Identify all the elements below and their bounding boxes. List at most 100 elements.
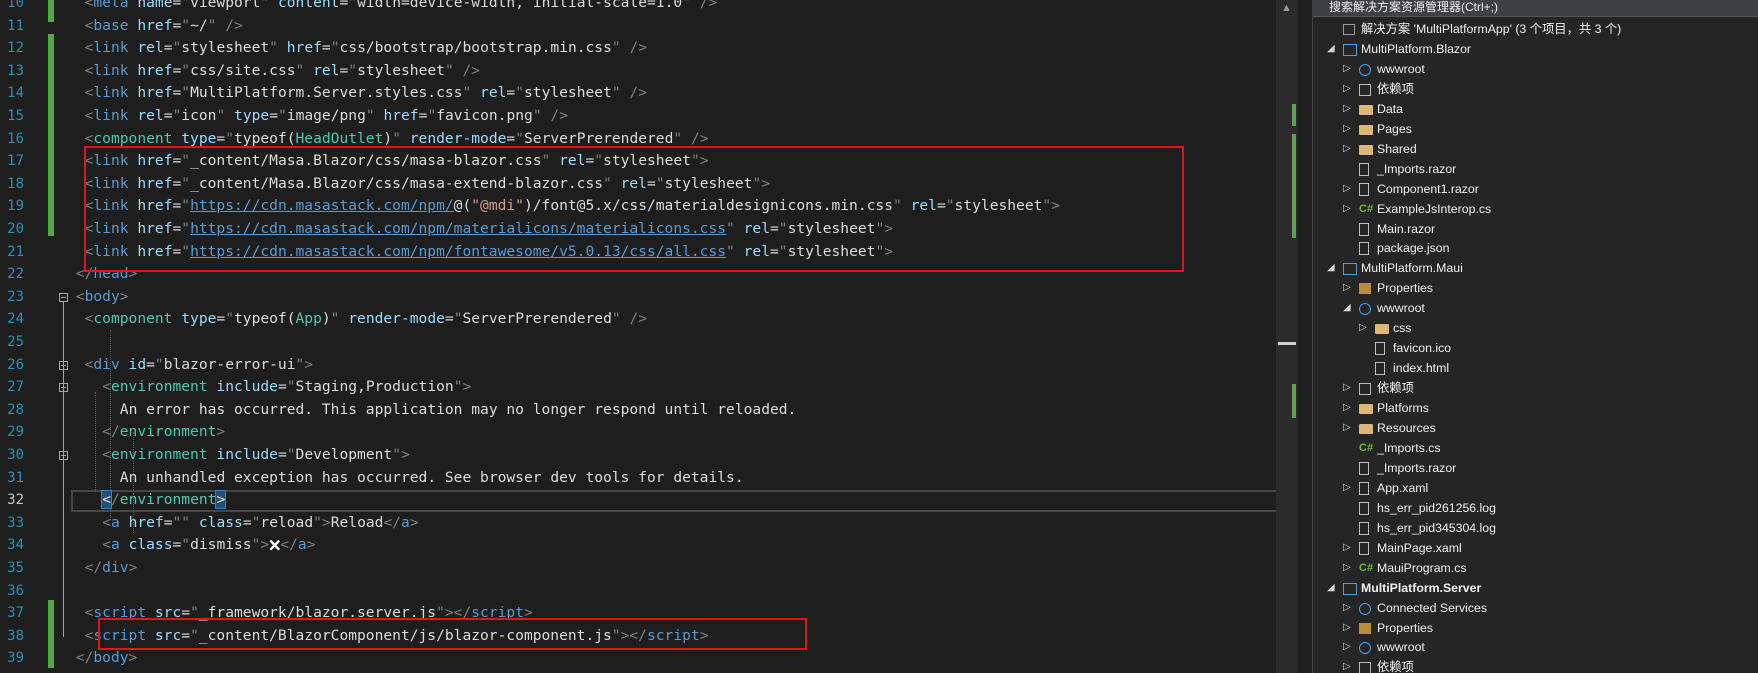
code-line[interactable]: </environment> [102, 421, 225, 444]
expand-arrow-icon[interactable]: ▷ [1343, 378, 1353, 398]
tree-item[interactable]: ▷ 依赖项 [1313, 79, 1758, 99]
collapse-arrow-icon[interactable]: ◢ [1327, 578, 1337, 598]
tree-item[interactable]: ▷ App.xaml [1313, 478, 1758, 498]
code-token: = [339, 0, 349, 11]
tree-item[interactable]: ▷ Properties [1313, 278, 1758, 298]
tree-item[interactable]: ▷ wwwroot [1313, 59, 1758, 79]
expand-arrow-icon[interactable]: ▷ [1343, 59, 1353, 79]
solution-explorer: 搜索解决方案资源管理器(Ctrl+;) 解决方案 'MultiPlatformA… [1312, 0, 1758, 673]
expand-arrow-icon[interactable]: ▷ [1343, 418, 1353, 438]
explorer-search-input[interactable]: 搜索解决方案资源管理器(Ctrl+;) [1313, 0, 1758, 17]
expand-arrow-icon[interactable]: ▷ [1343, 119, 1353, 139]
tree-item[interactable]: ▷ Platforms [1313, 398, 1758, 418]
tree-item[interactable]: ▷ C# MauiProgram.cs [1313, 558, 1758, 578]
expand-arrow-icon[interactable]: ▷ [1343, 99, 1353, 119]
tree-item[interactable]: favicon.ico [1313, 338, 1758, 358]
expand-arrow-icon[interactable]: ▷ [1343, 618, 1353, 638]
expand-arrow-icon[interactable]: ▷ [1343, 657, 1353, 673]
dependencies-icon [1359, 383, 1371, 396]
code-line[interactable]: <environment include="Development"> [102, 444, 410, 467]
expand-arrow-icon[interactable]: ▷ [1343, 179, 1353, 199]
tree-item[interactable]: 解决方案 'MultiPlatformApp' (3 个项目，共 3 个) [1313, 19, 1758, 39]
tree-item[interactable]: ▷ Properties [1313, 618, 1758, 638]
expand-arrow-icon[interactable]: ▷ [1343, 637, 1353, 657]
expand-arrow-icon[interactable]: ▷ [1343, 598, 1353, 618]
code-line[interactable]: An error has occurred. This application … [120, 399, 797, 422]
tree-item[interactable]: ▷ Shared [1313, 139, 1758, 159]
code-token: image/png [286, 107, 366, 124]
expand-arrow-icon[interactable]: ▷ [1359, 318, 1369, 338]
code-token: </ [383, 513, 402, 531]
code-line[interactable]: <link href="css/site.css" rel="styleshee… [85, 60, 481, 83]
tree-item[interactable]: _Imports.razor [1313, 458, 1758, 478]
code-line[interactable]: <environment include="Staging,Production… [102, 376, 471, 399]
tree-item-label: Data [1377, 101, 1403, 116]
code-line[interactable]: <component type="typeof(App)" render-mod… [85, 308, 647, 331]
code-line[interactable]: <div id="blazor-error-ui"> [85, 354, 314, 377]
scroll-up-arrow-icon[interactable]: ▲ [1281, 2, 1292, 14]
code-token: /> [620, 84, 648, 102]
tree-item[interactable]: package.json [1313, 238, 1758, 258]
code-token: = [339, 61, 349, 79]
properties-icon [1359, 622, 1371, 634]
tree-item[interactable]: ◢ MultiPlatform.Blazor [1313, 39, 1758, 59]
code-token: = [444, 310, 454, 328]
expand-arrow-icon[interactable]: ▷ [1343, 278, 1353, 298]
code-line[interactable]: <a class="dismiss">🗙</a> [102, 534, 315, 557]
tree-item[interactable]: _Imports.razor [1313, 159, 1758, 179]
code-token: rel [128, 39, 164, 57]
tree-item[interactable]: ▷ css [1313, 318, 1758, 338]
expand-arrow-icon[interactable]: ▷ [1343, 79, 1353, 99]
code-editor[interactable]: 10 11 12 13 14 15 16 17 18 19 20 21 22 23 24 25 26 27 28 29… [0, 0, 1298, 673]
code-line[interactable]: <a href="" class="reload">Reload</a> [102, 512, 418, 535]
file-icon [1359, 222, 1369, 236]
collapse-arrow-icon[interactable]: ◢ [1327, 39, 1337, 59]
tree-item[interactable]: Main.razor [1313, 219, 1758, 239]
tree-item[interactable]: ▷ Resources [1313, 418, 1758, 438]
tree-item[interactable]: hs_err_pid345304.log [1313, 518, 1758, 538]
tree-item[interactable]: ▷ 依赖项 [1313, 657, 1758, 673]
tree-item[interactable]: ▷ 依赖项 [1313, 378, 1758, 398]
fold-region-line [63, 460, 64, 502]
tree-item[interactable]: ▷ Component1.razor [1313, 179, 1758, 199]
expand-arrow-icon[interactable]: ▷ [1343, 139, 1353, 159]
code-line[interactable]: <link rel="stylesheet" href="css/bootstr… [85, 37, 647, 60]
collapse-arrow-icon[interactable]: ◢ [1327, 258, 1337, 278]
code-line[interactable]: <link rel="icon" type="image/png" href="… [85, 105, 568, 128]
code-line[interactable]: An unhandled exception has occurred. See… [120, 467, 744, 490]
editor-scrollbar[interactable]: ▲ [1276, 0, 1298, 673]
tree-item[interactable]: ▷ C# ExampleJsInterop.cs [1313, 199, 1758, 219]
code-line[interactable]: </body> [76, 647, 138, 670]
expand-arrow-icon[interactable]: ▷ [1343, 478, 1353, 498]
code-line[interactable]: </div> [85, 557, 138, 580]
tree-item[interactable]: ▷ MainPage.xaml [1313, 538, 1758, 558]
tree-item[interactable]: index.html [1313, 358, 1758, 378]
collapse-arrow-icon[interactable]: ◢ [1343, 298, 1353, 318]
expand-arrow-icon[interactable]: ▷ [1343, 398, 1353, 418]
tree-item[interactable]: C# _Imports.cs [1313, 438, 1758, 458]
code-line[interactable]: <base href="~/" /> [85, 15, 243, 38]
code-line[interactable]: <body> [76, 286, 129, 309]
fold-toggle-icon[interactable] [59, 292, 68, 302]
tree-item[interactable]: ◢ wwwroot [1313, 298, 1758, 318]
expand-arrow-icon[interactable]: ▷ [1343, 558, 1353, 578]
code-line[interactable]: </environment> [101, 489, 227, 512]
expand-arrow-icon[interactable]: ▷ [1343, 199, 1353, 219]
code-token: href [128, 84, 173, 102]
tree-item[interactable]: ▷ Connected Services [1313, 598, 1758, 618]
code-token: " [295, 355, 305, 373]
tree-item[interactable]: ▷ wwwroot [1313, 637, 1758, 657]
expand-arrow-icon[interactable]: ▷ [1343, 538, 1353, 558]
code-token: rel [304, 61, 340, 79]
scroll-position-indicator[interactable] [1278, 342, 1296, 345]
tree-item[interactable]: ▷ Pages [1313, 119, 1758, 139]
code-token: name [128, 0, 173, 11]
tree-item[interactable]: ◢ MultiPlatform.Maui [1313, 258, 1758, 278]
tree-item[interactable]: ▷ Data [1313, 99, 1758, 119]
globe-icon [1359, 63, 1371, 76]
tree-item[interactable]: ◢ MultiPlatform.Server [1313, 578, 1758, 598]
tree-item[interactable]: hs_err_pid261256.log [1313, 498, 1758, 518]
code-line[interactable]: <link href="MultiPlatform.Server.styles.… [85, 82, 647, 105]
code-line[interactable]: <meta name="viewport" content="width=dev… [85, 0, 718, 15]
code-token: a [401, 513, 410, 531]
